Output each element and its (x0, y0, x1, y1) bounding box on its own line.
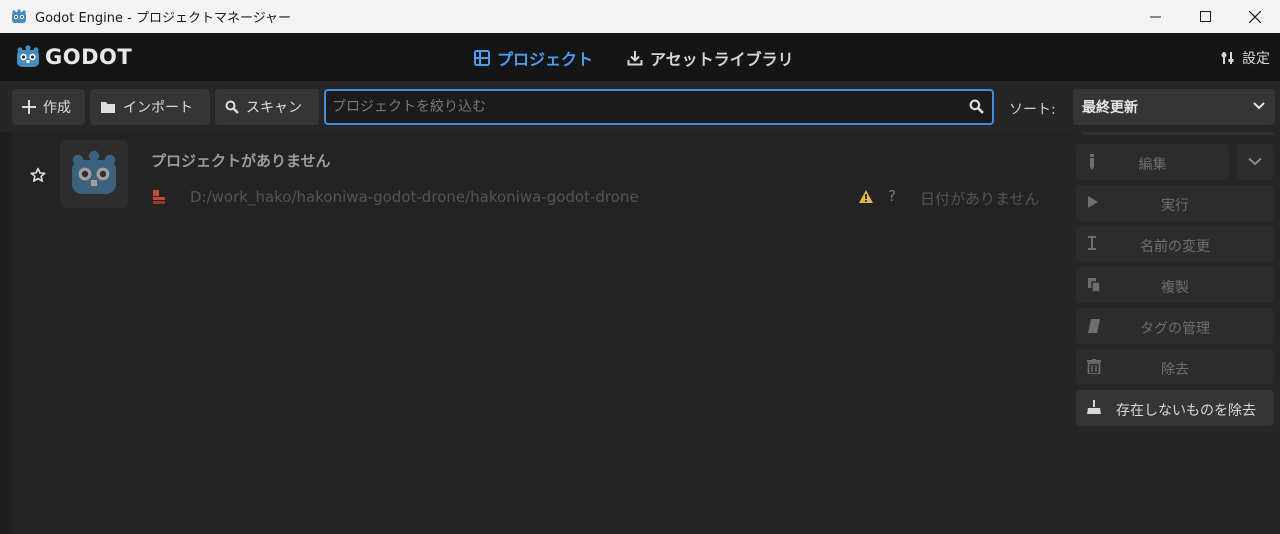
project-date: 日付がありません (920, 190, 1040, 208)
minimize-icon (1149, 16, 1161, 18)
settings-button[interactable]: 設定 (1220, 48, 1270, 68)
plus-icon (22, 100, 36, 114)
tab-projects[interactable]: プロジェクト (474, 46, 593, 70)
warning-icon (859, 190, 873, 203)
search-icon (969, 99, 984, 114)
manage-tags-label: タグの管理 (1140, 321, 1210, 337)
close-icon (1249, 10, 1261, 23)
tab-asset-library-label: アセットライブラリ (650, 50, 794, 69)
run-button[interactable]: 実行 (1076, 185, 1274, 221)
favorite-star-icon[interactable] (30, 167, 46, 183)
project-filter-input[interactable] (332, 91, 952, 123)
remove-missing-label: 存在しないものを除去 (1116, 403, 1256, 419)
sort-selected-value: 最終更新 (1082, 100, 1138, 116)
rename-button[interactable]: 名前の変更 (1076, 226, 1274, 262)
panel-separator (1083, 132, 1274, 135)
maximize-button[interactable] (1180, 0, 1230, 33)
create-button[interactable]: 作成 (12, 89, 85, 125)
project-list: プロジェクトがありません D:/work_hako/hakoniwa-godot… (12, 132, 1070, 534)
tools-icon (1221, 52, 1234, 64)
godot-app-icon (12, 8, 26, 23)
project-name: プロジェクトがありません (151, 152, 331, 170)
maximize-icon (1199, 11, 1211, 22)
window-title: Godot Engine - プロジェクトマネージャー (35, 11, 292, 26)
remove-missing-button[interactable]: 存在しないものを除去 (1076, 390, 1274, 426)
godot-logo-icon (17, 45, 39, 67)
run-label: 実行 (1161, 198, 1189, 214)
duplicate-button[interactable]: 複製 (1076, 267, 1274, 303)
edit-options-button[interactable] (1237, 144, 1274, 180)
window-controls (1130, 0, 1280, 33)
sort-dropdown[interactable]: 最終更新 (1073, 89, 1275, 125)
create-label: 作成 (43, 100, 71, 116)
godot-project-icon (72, 150, 116, 194)
remove-button[interactable]: 除去 (1076, 349, 1274, 385)
settings-label: 設定 (1242, 51, 1270, 67)
project-version-unknown: ? (888, 187, 896, 205)
project-icon (60, 140, 128, 208)
scan-label: スキャン (246, 100, 302, 116)
sort-label: ソート: (1009, 102, 1056, 118)
rename-label: 名前の変更 (1140, 239, 1210, 255)
window-titlebar: Godot Engine - プロジェクトマネージャー (0, 0, 1280, 33)
scan-button[interactable]: スキャン (215, 89, 319, 125)
project-list-icon (474, 50, 490, 66)
duplicate-label: 複製 (1161, 280, 1189, 296)
project-filter (324, 89, 994, 125)
search-icon (225, 100, 239, 114)
project-actions-panel: 編集 実行 名前の変更 複製 タグの管理 除去 存在しないものを除去 (1071, 132, 1280, 534)
import-button[interactable]: インポート (90, 89, 210, 125)
import-label: インポート (123, 100, 193, 116)
godot-logo: GODOT (15, 44, 132, 70)
project-toolbar: 作成 インポート スキャン ソート: 最終更新 (0, 81, 1280, 132)
tab-projects-label: プロジェクト (497, 50, 594, 69)
folder-icon (101, 102, 115, 113)
edit-button[interactable]: 編集 (1076, 144, 1229, 180)
manage-tags-button[interactable]: タグの管理 (1076, 308, 1274, 344)
logo-text: GODOT (45, 45, 133, 69)
missing-project-icon (153, 190, 165, 204)
minimize-button[interactable] (1130, 0, 1180, 33)
chevron-down-icon (1253, 102, 1265, 110)
close-button[interactable] (1230, 0, 1280, 33)
edit-label: 編集 (1138, 157, 1167, 173)
remove-label: 除去 (1161, 362, 1189, 378)
tab-asset-library[interactable]: アセットライブラリ (627, 46, 794, 70)
project-path: D:/work_hako/hakoniwa-godot-drone/hakoni… (190, 188, 639, 206)
chevron-down-icon (1248, 157, 1262, 166)
download-icon (627, 51, 643, 66)
top-bar: GODOT プロジェクト アセットライブラリ 設定 (0, 33, 1280, 81)
